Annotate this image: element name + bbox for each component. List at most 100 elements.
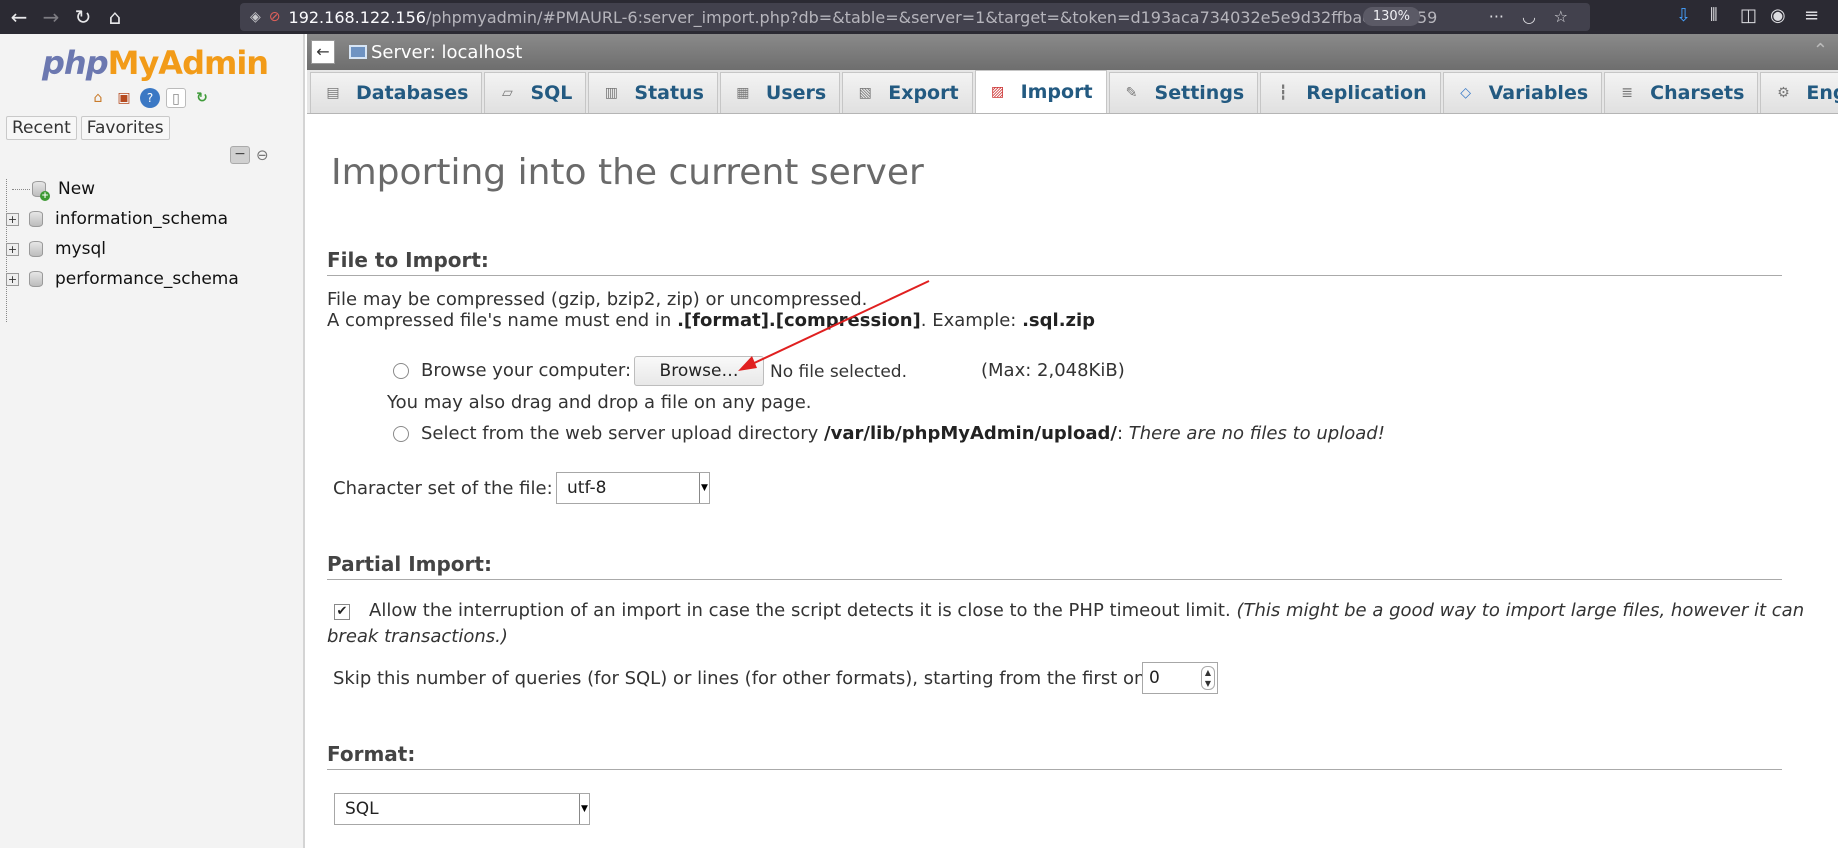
server-tabs: ▤ Databases ▱ SQL ▥ Status ▦ Users ▧ Export ▨…: [307, 70, 1838, 114]
file-to-import-heading: File to Import:: [327, 248, 1782, 276]
dropdown-arrow-icon: ▼: [579, 794, 589, 824]
tree-item-information-schema[interactable]: + information_schema: [6, 204, 296, 234]
status-icon: ▥: [604, 85, 618, 101]
drag-drop-hint: You may also drag and drop a file on any…: [387, 392, 812, 413]
recent-tab[interactable]: Recent: [6, 116, 77, 140]
export-icon: ▧: [858, 85, 872, 101]
tree-item-label: mysql: [55, 239, 106, 259]
server-breadcrumb-bar: ← Server: localhost ⌃: [307, 34, 1838, 70]
insecure-lock-icon: ⊘: [268, 9, 281, 25]
url-host: 192.168.122.156: [288, 7, 426, 27]
stepper-icon[interactable]: ▲ ▼: [1201, 666, 1215, 690]
users-icon: ▦: [736, 85, 750, 101]
tab-engines[interactable]: ⚙Engines: [1760, 72, 1838, 113]
home-icon[interactable]: ⌂: [102, 4, 128, 30]
reload-icon[interactable]: ↻: [70, 4, 96, 30]
expand-icon[interactable]: +: [6, 212, 19, 226]
scroll-top-icon[interactable]: ⌃: [1813, 40, 1828, 61]
wrench-icon: ✎: [1125, 85, 1138, 101]
expand-icon[interactable]: +: [6, 272, 19, 286]
more-actions-icon[interactable]: ···: [1489, 7, 1504, 26]
database-tree: New + information_schema + mysql + perfo…: [6, 174, 296, 294]
skip-queries-input[interactable]: 0 ▲ ▼: [1142, 662, 1218, 694]
allow-interrupt-checkbox[interactable]: ✔: [334, 604, 350, 620]
library-icon[interactable]: ⫴: [1710, 5, 1718, 26]
sidebar-tabs: Recent Favorites: [6, 116, 170, 140]
browser-toolbar: ← → ↻ ⌂ ◈ ⊘ 192.168.122.156/phpmyadmin/#…: [0, 0, 1838, 34]
tab-import[interactable]: ▨ Import: [974, 70, 1107, 113]
url-path: /phpmyadmin/#PMAURL-6:server_import.php?…: [425, 7, 1438, 27]
help-icon[interactable]: ?: [140, 88, 160, 108]
tree-item-label: New: [58, 179, 96, 199]
navigation-sidebar: phpMyAdmin ⌂ ▣ ? ▯ ↻ Recent Favorites − …: [0, 34, 305, 848]
reload-navigation-icon[interactable]: ↻: [192, 88, 212, 108]
collapse-sidebar-button[interactable]: ←: [311, 40, 335, 64]
partial-import-heading: Partial Import:: [327, 552, 1782, 580]
tree-item-label: performance_schema: [55, 269, 239, 289]
tree-item-label: information_schema: [55, 209, 229, 229]
shield-icon: ◈: [250, 9, 261, 25]
variables-icon: ◇: [1460, 85, 1472, 101]
account-icon[interactable]: ◉: [1770, 5, 1786, 26]
browse-button[interactable]: Browse…: [634, 356, 764, 386]
tab-variables[interactable]: ◇ Variables: [1442, 72, 1603, 113]
link-with-main-icon[interactable]: ⊖: [256, 146, 269, 164]
tree-item-performance-schema[interactable]: + performance_schema: [6, 264, 296, 294]
page-title: Importing into the current server: [331, 152, 924, 193]
upload-directory-label: Select from the web server upload direct…: [421, 423, 1385, 444]
back-arrow-icon[interactable]: ←: [6, 4, 32, 30]
compression-info: File may be compressed (gzip, bzip2, zip…: [327, 289, 868, 310]
tree-item-mysql[interactable]: + mysql: [6, 234, 296, 264]
tab-users[interactable]: ▦ Users: [719, 72, 841, 113]
sql-icon: ▱: [502, 85, 513, 101]
home-icon[interactable]: ⌂: [88, 88, 108, 108]
skip-queries-label: Skip this number of queries (for SQL) or…: [333, 668, 1163, 689]
new-database-icon: [32, 181, 50, 201]
database-icon: ▤: [326, 85, 340, 101]
logout-icon[interactable]: ▣: [114, 88, 134, 108]
menu-icon[interactable]: ≡: [1804, 5, 1819, 26]
tab-export[interactable]: ▧ Export: [842, 72, 973, 113]
main-content: Importing into the current server File t…: [307, 114, 1838, 848]
bookmark-star-icon[interactable]: ☆: [1554, 7, 1568, 26]
database-icon: [29, 271, 43, 287]
charsets-icon: ≣: [1621, 85, 1633, 101]
tab-status[interactable]: ▥ Status: [588, 72, 718, 113]
dropdown-arrow-icon: ▼: [699, 473, 709, 503]
charset-select[interactable]: utf-8 ▼: [556, 472, 710, 504]
upload-directory-radio[interactable]: [393, 426, 409, 442]
logo-icon-row: ⌂ ▣ ? ▯ ↻: [88, 88, 212, 108]
tab-settings[interactable]: ✎ Settings: [1108, 72, 1259, 113]
allow-interrupt-label-cont: break transactions.): [327, 626, 508, 647]
downloads-icon[interactable]: ⇩: [1676, 5, 1691, 26]
browse-computer-radio[interactable]: [393, 363, 409, 379]
browse-computer-label: Browse your computer:: [421, 360, 632, 381]
tab-databases[interactable]: ▤ Databases: [310, 72, 483, 113]
format-heading: Format:: [327, 742, 1782, 770]
documentation-icon[interactable]: ▯: [166, 88, 186, 108]
database-icon: [29, 211, 43, 227]
format-select[interactable]: SQL ▼: [334, 793, 590, 825]
compression-filename-hint: A compressed file's name must end in .[f…: [327, 310, 1096, 331]
server-icon: [349, 45, 367, 59]
url-bar[interactable]: ◈ ⊘ 192.168.122.156/phpmyadmin/#PMAURL-6…: [240, 3, 1590, 31]
tab-replication[interactable]: ┇ Replication: [1260, 72, 1441, 113]
forward-arrow-icon[interactable]: →: [38, 4, 64, 30]
expand-icon[interactable]: +: [6, 242, 19, 256]
tab-charsets[interactable]: ≣ Charsets: [1604, 72, 1759, 113]
max-upload-size: (Max: 2,048KiB): [981, 360, 1125, 381]
replication-icon: ┇: [1279, 85, 1288, 101]
zoom-level[interactable]: 130%: [1362, 7, 1420, 26]
charset-label: Character set of the file:: [333, 478, 553, 499]
import-icon: ▨: [990, 84, 1005, 100]
collapse-all-icon[interactable]: −: [230, 146, 250, 164]
server-breadcrumb[interactable]: Server: localhost: [371, 42, 522, 63]
tree-tools: − ⊖: [230, 146, 269, 164]
tree-item-new[interactable]: New: [6, 174, 296, 204]
engines-icon: ⚙: [1777, 85, 1790, 101]
pocket-icon[interactable]: ◡: [1522, 7, 1536, 26]
tab-sql[interactable]: ▱ SQL: [484, 72, 587, 113]
sidebar-toggle-icon[interactable]: ◫: [1740, 5, 1757, 26]
phpmyadmin-logo[interactable]: phpMyAdmin: [42, 44, 269, 82]
favorites-tab[interactable]: Favorites: [80, 116, 170, 140]
